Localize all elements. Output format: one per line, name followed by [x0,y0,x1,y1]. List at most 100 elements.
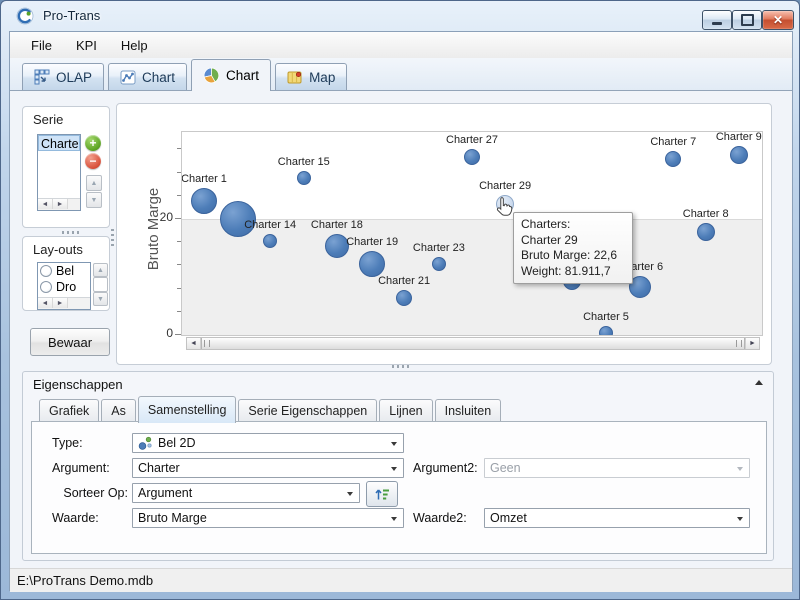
add-serie-button[interactable]: + [85,135,101,151]
app-logo-icon [16,7,34,25]
line-chart-icon [120,70,136,85]
tab-samenstelling[interactable]: Samenstelling [138,396,237,423]
layouts-panel-title: Lay-outs [33,242,83,257]
tab-samenstelling-label: Samenstelling [148,403,227,417]
layouts-list-hscrollbar[interactable]: ◄ ► [38,297,90,309]
scrollbar-grip[interactable] [204,340,210,347]
layouts-scroll-down-button[interactable]: ▼ [93,292,108,306]
chart-bubble[interactable] [396,290,412,306]
tab-insluiten[interactable]: Insluiten [435,399,502,422]
move-down-button[interactable]: ▼ [86,192,102,208]
chevron-down-icon [347,492,353,496]
sidebar-splitter-grip[interactable] [62,231,80,234]
window-title: Pro-Trans [43,8,100,23]
y-minor-tick [177,241,181,242]
tab-serie-eigenschappen[interactable]: Serie Eigenschappen [238,399,377,422]
chart-hscrollbar-thumb[interactable] [201,338,745,349]
sort-direction-button[interactable] [366,481,398,507]
chart-bubble[interactable] [432,257,446,271]
remove-serie-button[interactable]: − [85,153,101,169]
olap-grid-icon [34,69,50,85]
chart-bubble[interactable] [297,171,311,185]
properties-header[interactable]: Eigenschappen [23,372,773,396]
chart-hscrollbar[interactable]: ◄ ► [186,337,760,350]
tab-lijnen[interactable]: Lijnen [379,399,432,422]
chart-bubble[interactable] [191,188,217,214]
chart-bubble[interactable] [665,151,681,167]
waarde2-select-value: Omzet [490,511,527,525]
chart-bubble[interactable] [464,149,480,165]
scroll-left-icon[interactable]: ◄ [38,199,53,209]
bubble-label: Charter 29 [460,180,550,192]
chevron-down-icon [737,467,743,471]
chevron-down-icon [391,442,397,446]
scroll-right-icon[interactable]: ► [53,199,68,209]
scroll-left-icon[interactable]: ◄ [187,338,201,349]
layout-option-bel[interactable]: Bel [38,263,90,279]
maximize-button[interactable] [732,10,762,30]
title-bar[interactable]: Pro-Trans ✕ [1,1,800,31]
scroll-right-icon[interactable]: ► [53,298,68,308]
bubble-label: Charter 9 [694,131,763,143]
argument-select-value: Charter [138,461,180,475]
y-minor-tick [177,311,181,312]
serie-list-item[interactable]: Charte [38,135,80,151]
minus-icon: − [89,155,96,167]
scroll-right-icon[interactable]: ► [745,338,759,349]
layouts-scroll-up-button[interactable]: ▲ [93,263,108,277]
scroll-left-icon[interactable]: ◄ [38,298,53,308]
major-gridline [182,219,762,220]
tab-chart-pie[interactable]: Chart [191,59,271,91]
sort-by-select[interactable]: Argument [132,483,360,503]
tab-chart-line-label: Chart [142,70,175,85]
tab-olap[interactable]: OLAP [22,63,104,90]
up-arrow-icon: ▲ [91,180,98,187]
argument2-select: Geen [484,458,750,478]
main-tab-strip: OLAP Chart [10,58,792,90]
layouts-scroll-thumb[interactable] [93,277,108,292]
argument-select[interactable]: Charter [132,458,404,478]
argument2-label: Argument2: [413,461,478,475]
serie-list[interactable]: Charte ◄ ► [37,134,81,211]
close-button[interactable]: ✕ [762,10,794,30]
tab-map[interactable]: Map [275,63,347,90]
properties-splitter-grip[interactable] [392,365,410,368]
sort-ascending-icon [374,486,390,502]
chart-bubble[interactable] [599,326,613,336]
tab-lijnen-label: Lijnen [389,404,422,418]
collapse-up-icon[interactable] [755,380,763,385]
window-frame: Pro-Trans ✕ File KPI Help [0,0,800,600]
scrollbar-grip[interactable] [736,340,742,347]
waarde-select[interactable]: Bruto Marge [132,508,404,528]
save-layout-button[interactable]: Bewaar [30,328,110,356]
chart-bubble[interactable] [697,223,715,241]
layout-option-dro[interactable]: Dro [38,279,90,295]
tab-olap-label: OLAP [56,70,92,85]
tooltip-line: Charters: [521,217,625,233]
tab-chart-line[interactable]: Chart [108,63,187,90]
waarde2-select[interactable]: Omzet [484,508,750,528]
layouts-list[interactable]: Bel Dro Kl ◄ ► [37,262,91,310]
close-icon: ✕ [773,14,783,26]
y-minor-tick [177,195,181,196]
type-select[interactable]: Bel 2D [132,433,404,453]
plot-area[interactable]: Charter 1Charter 14Charter 15Charter 18C… [181,131,763,336]
y-tick-label: 0 [145,326,173,340]
tab-grafiek[interactable]: Grafiek [39,399,99,422]
client-area: File KPI Help OLAP [9,31,793,591]
chevron-down-icon [737,517,743,521]
move-up-button[interactable]: ▲ [86,175,102,191]
tab-as[interactable]: As [101,399,136,422]
menu-kpi[interactable]: KPI [65,35,108,56]
menu-help[interactable]: Help [110,35,159,56]
vertical-splitter-grip[interactable] [111,229,114,247]
plus-icon: + [89,137,96,149]
y-axis-title: Bruto Marge [145,149,163,309]
tooltip-line: Bruto Marge: 22,6 [521,248,625,264]
chart-bubble[interactable] [730,146,748,164]
tab-map-label: Map [309,70,335,85]
menu-file[interactable]: File [20,35,63,56]
minimize-button[interactable] [702,10,732,30]
map-icon [287,70,303,85]
serie-list-hscrollbar[interactable]: ◄ ► [38,198,80,210]
